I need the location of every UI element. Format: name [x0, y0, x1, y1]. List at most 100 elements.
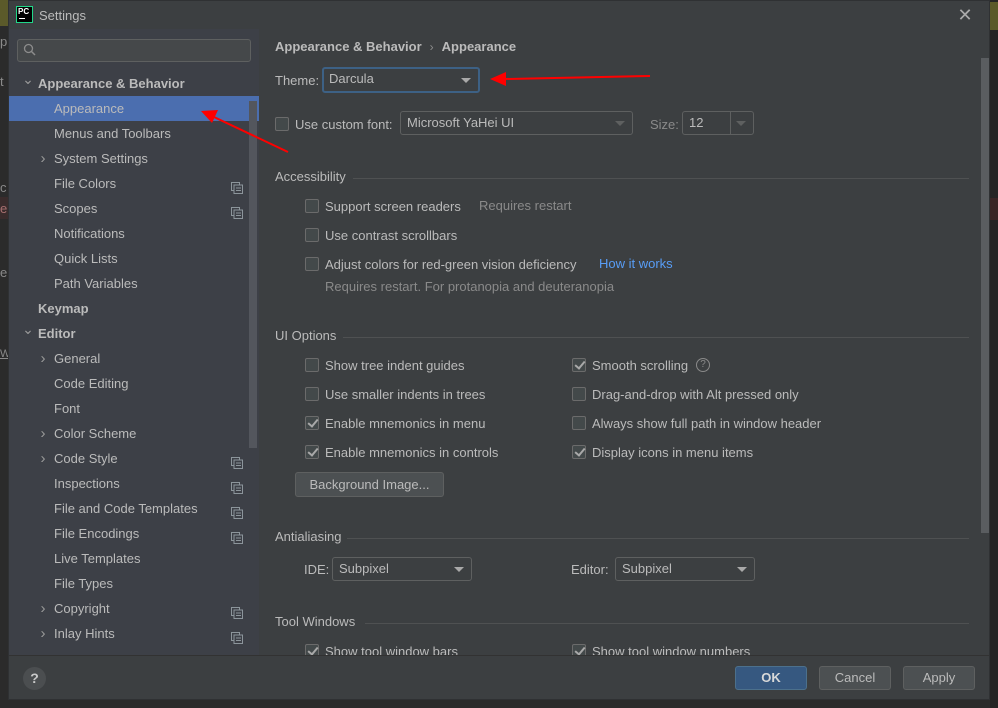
close-button[interactable]: ✕	[956, 6, 974, 24]
chevron-down-icon	[737, 567, 747, 572]
sidebar-item-quick-lists[interactable]: Quick Lists	[9, 246, 259, 271]
ide-antialiasing-dropdown[interactable]: Subpixel	[332, 557, 472, 581]
chevron-right-icon[interactable]: ›	[37, 146, 49, 171]
cancel-button[interactable]: Cancel	[819, 666, 891, 690]
sidebar-item-code-editing[interactable]: Code Editing	[9, 371, 259, 396]
section-divider	[365, 623, 969, 624]
content-scrollbar[interactable]	[981, 29, 989, 655]
theme-dropdown[interactable]: Darcula	[322, 67, 480, 93]
support-screen-readers-label[interactable]: Support screen readers	[325, 199, 461, 214]
background-image-button[interactable]: Background Image...	[295, 472, 444, 497]
chevron-right-icon[interactable]: ›	[37, 596, 49, 621]
project-level-icon	[231, 602, 243, 619]
show-tool-window-bars-label[interactable]: Show tool window bars	[325, 644, 458, 655]
section-title: Antialiasing	[275, 529, 342, 544]
enable-mnemonics-in-menu-label[interactable]: Enable mnemonics in menu	[325, 416, 485, 431]
project-level-icon	[231, 627, 243, 644]
always-show-full-path-in-window-header-checkbox[interactable]	[572, 416, 586, 430]
chevron-right-icon[interactable]: ›	[37, 346, 49, 371]
sidebar-item-file-encodings[interactable]: File Encodings	[9, 521, 259, 546]
sidebar-item-general[interactable]: › General	[9, 346, 259, 371]
enable-mnemonics-in-menu-checkbox[interactable]	[305, 416, 319, 430]
display-icons-in-menu-items-checkbox[interactable]	[572, 445, 586, 459]
red-green-note: Requires restart. For protanopia and deu…	[325, 279, 615, 294]
show-tool-window-bars-checkbox[interactable]	[305, 644, 319, 655]
contrast-scrollbars-label[interactable]: Use contrast scrollbars	[325, 228, 457, 243]
accessibility-section: Accessibility	[275, 169, 969, 187]
use-custom-font-checkbox[interactable]	[275, 117, 289, 131]
help-icon[interactable]: ?	[696, 358, 710, 372]
sidebar-item-appearance-behavior[interactable]: ⌄ Appearance & Behavior	[9, 71, 259, 96]
drag-and-drop-with-alt-pressed-only-label[interactable]: Drag-and-drop with Alt pressed only	[592, 387, 799, 402]
sidebar-item-label: Appearance	[54, 101, 125, 116]
sidebar-item-scopes[interactable]: Scopes	[9, 196, 259, 221]
sidebar-item-inspections[interactable]: Inspections	[9, 471, 259, 496]
chevron-down-icon[interactable]: ⌄	[22, 67, 34, 92]
search-input[interactable]	[17, 39, 251, 62]
red-green-label[interactable]: Adjust colors for red-green vision defic…	[325, 257, 576, 272]
sidebar-item-code-style[interactable]: › Code Style	[9, 446, 259, 471]
chevron-right-icon[interactable]: ›	[37, 621, 49, 646]
drag-and-drop-with-alt-pressed-only-checkbox[interactable]	[572, 387, 586, 401]
chevron-down-icon[interactable]: ⌄	[22, 317, 34, 342]
custom-font-dropdown[interactable]: Microsoft YaHei UI	[400, 111, 633, 135]
sidebar-item-label: Color Scheme	[54, 426, 137, 441]
support-screen-readers-checkbox[interactable]	[305, 199, 319, 213]
enable-mnemonics-in-controls-label[interactable]: Enable mnemonics in controls	[325, 445, 498, 460]
editor-antialiasing-dropdown[interactable]: Subpixel	[615, 557, 755, 581]
sidebar-item-label: File Encodings	[54, 526, 140, 541]
sidebar-scrollbar[interactable]	[249, 101, 257, 448]
sidebar-item-label: File and Code Templates	[54, 501, 198, 516]
sidebar-item-label: File Colors	[54, 176, 117, 191]
sidebar-item-inlay-hints[interactable]: › Inlay Hints	[9, 621, 259, 646]
show-tool-window-numbers-checkbox[interactable]	[572, 644, 586, 655]
use-smaller-indents-in-trees-checkbox[interactable]	[305, 387, 319, 401]
always-show-full-path-in-window-header-label[interactable]: Always show full path in window header	[592, 416, 821, 431]
sidebar-item-copyright[interactable]: › Copyright	[9, 596, 259, 621]
contrast-scrollbars-checkbox[interactable]	[305, 228, 319, 242]
sidebar-item-system-settings[interactable]: › System Settings	[9, 146, 259, 171]
show-tool-window-numbers-label[interactable]: Show tool window numbers	[592, 644, 750, 655]
settings-tree: ⌄ Appearance & Behavior Appearance Menus an…	[9, 71, 259, 646]
smooth-scrolling-checkbox[interactable]	[572, 358, 586, 372]
red-green-checkbox[interactable]	[305, 257, 319, 271]
show-tree-indent-guides-checkbox[interactable]	[305, 358, 319, 372]
sidebar-item-path-variables[interactable]: Path Variables	[9, 271, 259, 296]
chevron-right-icon[interactable]: ›	[37, 421, 49, 446]
sidebar-item-file-colors[interactable]: File Colors	[9, 171, 259, 196]
show-tree-indent-guides-label[interactable]: Show tree indent guides	[325, 358, 464, 373]
background-text: t	[0, 74, 4, 89]
help-button[interactable]: ?	[23, 667, 46, 690]
breadcrumb-parent[interactable]: Appearance & Behavior	[275, 39, 422, 54]
sidebar-item-notifications[interactable]: Notifications	[9, 221, 259, 246]
use-custom-font-label[interactable]: Use custom font:	[295, 117, 393, 132]
sidebar-item-file-and-code-templates[interactable]: File and Code Templates	[9, 496, 259, 521]
how-it-works-link[interactable]: How it works	[599, 256, 673, 271]
background-tab	[0, 0, 8, 26]
sidebar-item-label: Scopes	[54, 201, 98, 216]
ok-button[interactable]: OK	[735, 666, 807, 690]
enable-mnemonics-in-controls-checkbox[interactable]	[305, 445, 319, 459]
chevron-down-icon	[615, 121, 625, 126]
background-ide-left: p t c e e W	[0, 0, 10, 708]
sidebar-item-file-types[interactable]: File Types	[9, 571, 259, 596]
display-icons-in-menu-items-label[interactable]: Display icons in menu items	[592, 445, 753, 460]
sidebar-item-font[interactable]: Font	[9, 396, 259, 421]
sidebar-item-editor[interactable]: ⌄ Editor	[9, 321, 259, 346]
smooth-scrolling-label[interactable]: Smooth scrolling	[592, 358, 688, 373]
settings-dialog: PC Settings ✕ ⌄ Appearance & Behavior Appe…	[8, 0, 990, 700]
sidebar-item-appearance[interactable]: Appearance	[9, 96, 259, 121]
use-smaller-indents-in-trees-label[interactable]: Use smaller indents in trees	[325, 387, 485, 402]
apply-button[interactable]: Apply	[903, 666, 975, 690]
sidebar-item-keymap[interactable]: Keymap	[9, 296, 259, 321]
sidebar-item-color-scheme[interactable]: › Color Scheme	[9, 421, 259, 446]
font-size-combo[interactable]: 12	[682, 111, 754, 135]
sidebar-item-label: Inlay Hints	[54, 626, 115, 641]
sidebar-item-label: Code Style	[54, 451, 118, 466]
sidebar-item-live-templates[interactable]: Live Templates	[9, 546, 259, 571]
sidebar-item-menus-and-toolbars[interactable]: Menus and Toolbars	[9, 121, 259, 146]
font-size-value: 12	[689, 115, 704, 130]
window-title: Settings	[39, 8, 86, 23]
scrollbar-thumb[interactable]	[981, 58, 989, 533]
chevron-right-icon[interactable]: ›	[37, 446, 49, 471]
